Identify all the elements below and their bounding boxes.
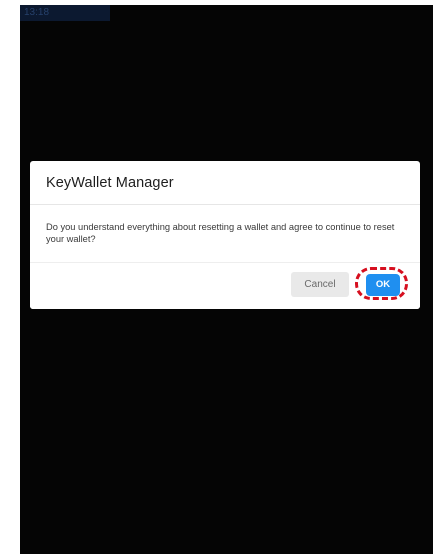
dialog-footer: Cancel OK	[30, 263, 420, 309]
app-screen: 13:18 KeyWallet Manager Do you understan…	[20, 5, 433, 554]
cancel-button[interactable]: Cancel	[291, 272, 349, 297]
dialog-header: KeyWallet Manager	[30, 161, 420, 205]
dialog-title: KeyWallet Manager	[46, 174, 174, 191]
confirm-dialog: KeyWallet Manager Do you understand ever…	[30, 161, 420, 309]
top-tab: 13:18	[20, 5, 110, 21]
dialog-message: Do you understand everything about reset…	[30, 205, 420, 263]
ok-button[interactable]: OK	[366, 274, 400, 296]
